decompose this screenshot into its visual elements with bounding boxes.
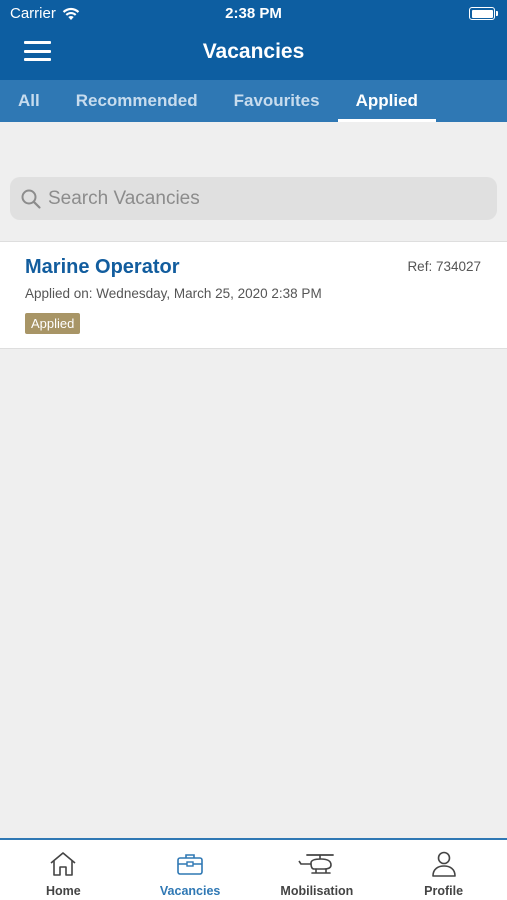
bottom-nav-vacancies[interactable]: Vacancies xyxy=(127,840,254,900)
briefcase-icon xyxy=(177,854,203,875)
search-input[interactable] xyxy=(48,187,468,210)
tab-applied[interactable]: Applied xyxy=(337,80,437,122)
bottom-nav-home[interactable]: Home xyxy=(0,840,127,900)
search-bar[interactable] xyxy=(10,177,497,220)
tab-recommended[interactable]: Recommended xyxy=(58,80,216,122)
person-icon xyxy=(431,851,456,877)
bottom-tab-bar: Home Vacancies Mobilisation Profile xyxy=(0,838,507,900)
battery-icon xyxy=(469,7,498,20)
clock: 2:38 PM xyxy=(225,5,282,22)
bottom-nav-vacancies-label: Vacancies xyxy=(159,884,221,898)
status-badge: Applied xyxy=(25,313,81,334)
vacancy-card[interactable]: Marine Operator Ref: 734027 Applied on: … xyxy=(0,241,507,349)
search-icon xyxy=(21,189,41,209)
home-icon xyxy=(50,852,76,876)
page-title: Vacancies xyxy=(202,40,305,63)
status-bar: Carrier 2:38 PM xyxy=(0,0,507,28)
applied-date: Applied on: Wednesday, March 25, 2020 2:… xyxy=(25,286,322,301)
bottom-nav-profile-label: Profile xyxy=(424,884,464,898)
bottom-nav-home-label: Home xyxy=(46,884,81,898)
vacancy-tabs: All Recommended Favourites Applied xyxy=(0,80,507,122)
vacancy-ref: Ref: 734027 xyxy=(407,259,481,274)
bottom-nav-mobilisation[interactable]: Mobilisation xyxy=(254,840,381,900)
bottom-nav-mobilisation-label: Mobilisation xyxy=(280,884,354,898)
tab-favourites[interactable]: Favourites xyxy=(216,80,338,122)
helicopter-icon xyxy=(298,854,334,874)
navigation-bar: Vacancies xyxy=(0,28,507,80)
bottom-nav-profile[interactable]: Profile xyxy=(380,840,507,900)
tab-all[interactable]: All xyxy=(0,80,58,122)
vacancy-title[interactable]: Marine Operator xyxy=(25,256,179,279)
